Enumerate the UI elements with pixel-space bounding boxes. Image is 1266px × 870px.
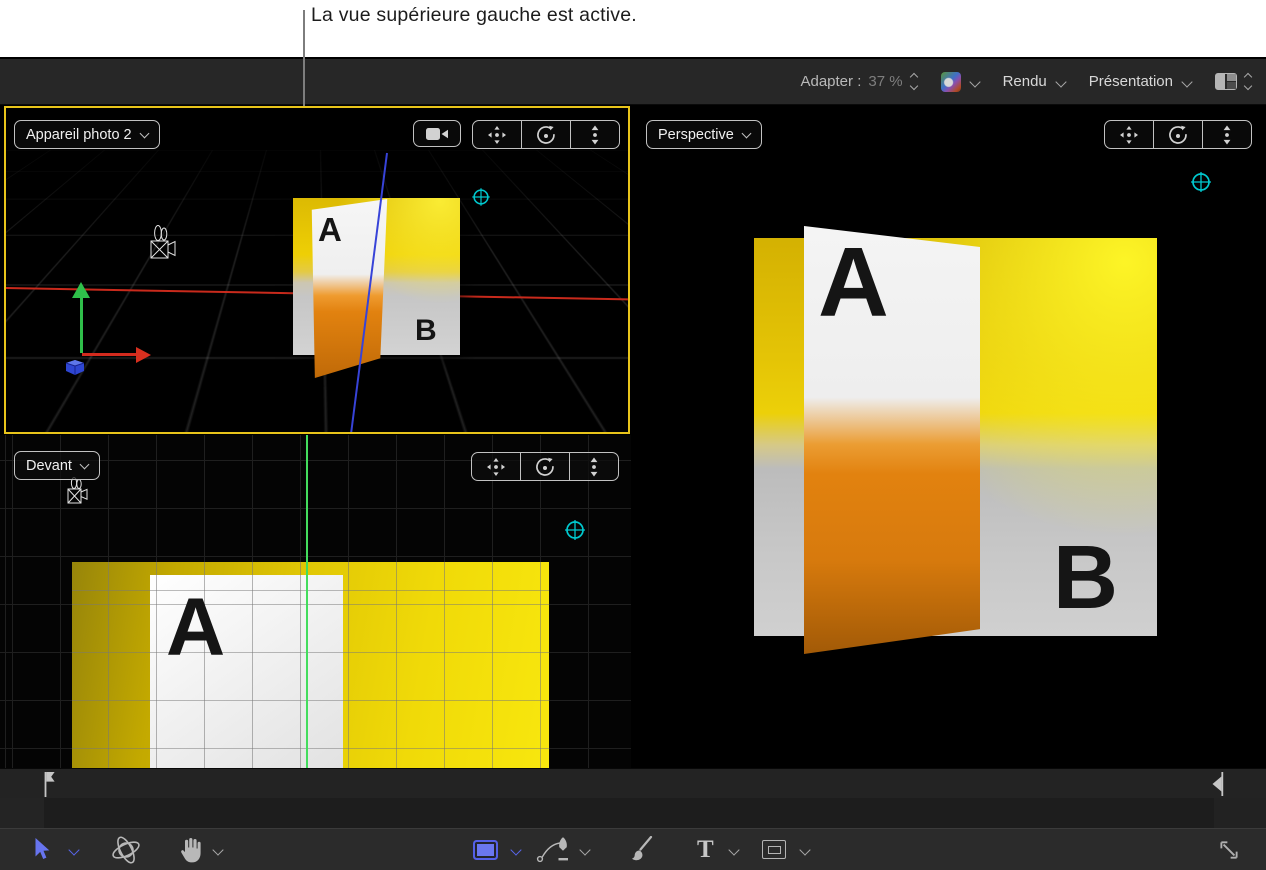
pan-view-button[interactable] [472, 453, 520, 480]
card-b-letter: B [1053, 533, 1118, 623]
play-range-out-marker-icon[interactable] [1210, 772, 1225, 796]
paint-stroke-tool-button[interactable] [630, 829, 654, 870]
track-left-cap [0, 798, 44, 828]
orbit-view-button[interactable] [1153, 121, 1202, 148]
mask-tool-button[interactable] [762, 829, 786, 870]
mini-timeline[interactable] [0, 768, 1266, 798]
dolly-icon [587, 125, 603, 145]
resize-diagonal-icon [1217, 838, 1241, 862]
target-crosshair-icon[interactable] [563, 518, 587, 542]
pan-icon [1119, 125, 1139, 145]
grid-overlay [72, 562, 549, 768]
presentation-menu[interactable]: Présentation [1089, 73, 1173, 90]
viewport-bottom-left[interactable]: A Devant [0, 435, 631, 768]
scene-camera-wireframe-icon[interactable] [146, 224, 178, 268]
pan-hand-tool-button[interactable] [177, 829, 201, 870]
view-selector-bottom-left[interactable]: Devant [14, 451, 100, 480]
zoom-adapter-label: Adapter : [800, 73, 861, 90]
x-axis-arrowhead [136, 347, 151, 363]
color-well-chevron-icon[interactable] [969, 76, 980, 87]
pan-view-button[interactable] [1105, 121, 1153, 148]
callout-pointer-line [303, 10, 305, 106]
hand-icon [177, 837, 201, 863]
track-right-cap [1214, 798, 1266, 828]
z-axis-cube [62, 353, 88, 379]
tools-toolbar: T [0, 828, 1266, 870]
motion-app-window: La vue supérieure gauche est active. Ada… [0, 0, 1266, 870]
expand-canvas-button[interactable] [1217, 829, 1241, 870]
video-camera-icon [425, 126, 449, 142]
y-axis-line [306, 435, 308, 768]
view-nav-controls [472, 120, 620, 149]
viewport-right[interactable]: A B Perspective [633, 105, 1266, 768]
pan-icon [486, 457, 506, 477]
select-tool-chevron[interactable] [70, 829, 78, 870]
y-axis-arrowhead [72, 282, 90, 298]
pan-hand-tool-chevron[interactable] [214, 829, 222, 870]
arrow-cursor-icon [31, 837, 51, 862]
text-tool-chevron[interactable] [730, 829, 738, 870]
callout-text: La vue supérieure gauche est active. [311, 4, 637, 27]
scene-camera-wireframe-icon[interactable] [64, 477, 90, 509]
rectangle-icon [473, 840, 498, 860]
x-axis-arrow [82, 353, 138, 356]
text-tool-glyph: T [697, 837, 714, 862]
card-a-letter: A [166, 587, 225, 669]
zoom-stepper[interactable] [911, 74, 917, 89]
y-axis-arrow [80, 297, 83, 353]
rectangle-tool-button[interactable] [473, 829, 498, 870]
text-tool-button[interactable]: T [697, 829, 714, 870]
presentation-menu-chevron-icon[interactable] [1181, 76, 1192, 87]
transform-3d-tool-button[interactable] [110, 829, 142, 870]
dolly-view-button[interactable] [569, 453, 618, 480]
layout-split-icon[interactable] [1215, 73, 1237, 90]
target-crosshair-icon[interactable] [470, 186, 492, 208]
play-range-in-marker-icon[interactable] [40, 772, 56, 797]
render-menu-chevron-icon[interactable] [1055, 76, 1066, 87]
view-nav-controls [471, 452, 619, 481]
rectangle-tool-chevron[interactable] [512, 829, 520, 870]
dolly-icon [586, 457, 602, 477]
card-b-letter: B [415, 316, 437, 346]
mask-rectangle-icon [762, 840, 786, 859]
dolly-icon [1219, 125, 1235, 145]
layout-stepper[interactable] [1245, 74, 1251, 89]
callout-area: La vue supérieure gauche est active. [0, 0, 1266, 57]
dolly-view-button[interactable] [1202, 121, 1251, 148]
orbit-icon [536, 125, 556, 145]
card-a-letter: A [318, 213, 342, 246]
card-a-letter: A [818, 233, 889, 331]
orbit-view-button[interactable] [520, 453, 569, 480]
pan-icon [487, 125, 507, 145]
orbit-icon [1168, 125, 1188, 145]
orbit-icon [535, 457, 555, 477]
select-tool-button[interactable] [31, 829, 51, 870]
bezier-tool-chevron[interactable] [581, 829, 589, 870]
render-menu[interactable]: Rendu [1003, 73, 1047, 90]
target-crosshair-icon[interactable] [1189, 170, 1213, 194]
camera-overlay-button[interactable] [413, 120, 461, 147]
color-well-icon[interactable] [941, 72, 961, 92]
orbit-3d-icon [110, 834, 142, 866]
brush-icon [630, 836, 654, 863]
view-selector-top-left[interactable]: Appareil photo 2 [14, 120, 160, 149]
pan-view-button[interactable] [473, 121, 521, 148]
orbit-view-button[interactable] [521, 121, 570, 148]
view-selector-right[interactable]: Perspective [646, 120, 762, 149]
timeline-track[interactable] [0, 798, 1266, 828]
canvas-toolbar: Adapter : 37 % Rendu Présentation [0, 57, 1266, 105]
mask-tool-chevron[interactable] [801, 829, 809, 870]
bezier-tool-button[interactable] [536, 829, 572, 870]
viewport-top-left-active[interactable]: A B Appareil photo 2 [4, 106, 630, 434]
pen-icon [536, 836, 572, 864]
dolly-view-button[interactable] [570, 121, 619, 148]
view-nav-controls [1104, 120, 1252, 149]
zoom-value: 37 % [868, 73, 902, 90]
